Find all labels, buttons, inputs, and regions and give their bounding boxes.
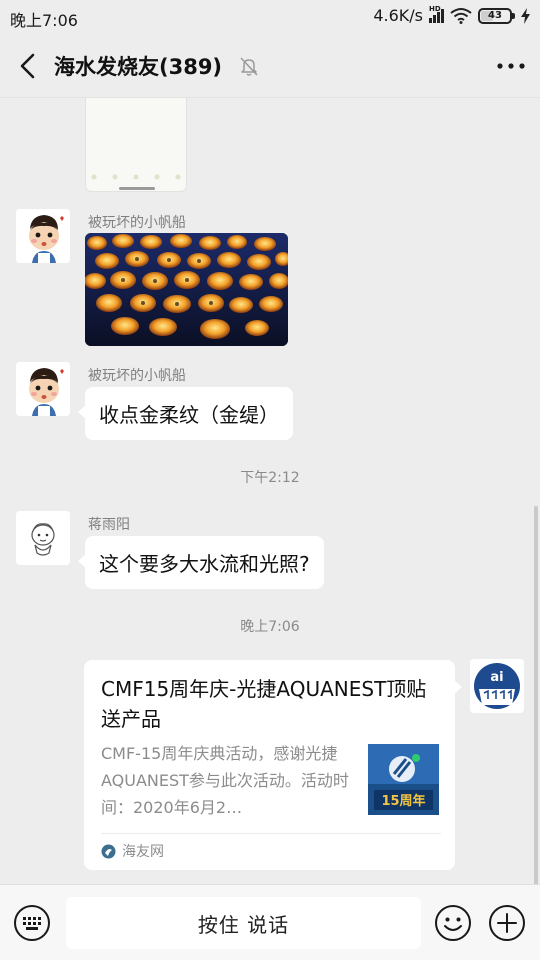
avatar-cartoon-boy bbox=[16, 362, 70, 416]
chat-header: 海水发烧友(389) bbox=[0, 34, 540, 98]
message-text: 收点金柔纹（金缇） bbox=[99, 403, 279, 427]
sticker-message[interactable] bbox=[85, 98, 187, 192]
wifi-icon bbox=[450, 8, 472, 24]
time-divider: 晚上7:06 bbox=[240, 619, 300, 635]
hold-to-talk-button[interactable]: 按住 说话 bbox=[66, 897, 421, 949]
charging-icon bbox=[521, 7, 530, 24]
scrollbar[interactable] bbox=[534, 506, 538, 884]
avatar[interactable] bbox=[16, 209, 70, 263]
keyboard-icon[interactable] bbox=[13, 904, 51, 942]
sender-name: 被玩坏的小帆船 bbox=[88, 215, 186, 231]
chat-title: 海水发烧友(389) bbox=[54, 55, 223, 79]
avatar[interactable] bbox=[16, 362, 70, 416]
status-bar: 晚上7:06 4.6K/s HD 43 bbox=[0, 0, 540, 34]
hd-badge: HD bbox=[429, 4, 441, 13]
battery-icon: 43 bbox=[478, 7, 515, 24]
source-logo-icon bbox=[101, 844, 116, 858]
link-card-title: CMF15周年庆-光捷AQUANEST顶贴送产品 bbox=[101, 677, 427, 731]
link-card-source: 海友网 bbox=[101, 841, 164, 861]
message-list[interactable]: 被玩坏的小帆船 被玩坏的小帆船 收点金柔纹（金缇） 下午2:12 蒋雨阳 这个要… bbox=[0, 98, 540, 884]
anniversary-logo: 15周年 bbox=[368, 744, 439, 815]
status-time: 晚上7:06 bbox=[10, 11, 78, 30]
link-card-divider bbox=[101, 833, 441, 834]
emoji-icon[interactable] bbox=[434, 904, 472, 942]
text-bubble[interactable]: 这个要多大水流和光照? bbox=[78, 536, 324, 589]
sender-name: 蒋雨阳 bbox=[88, 517, 130, 533]
avatar-cute-figure bbox=[16, 511, 70, 565]
back-icon[interactable] bbox=[14, 48, 44, 84]
message-text: 这个要多大水流和光照? bbox=[99, 552, 310, 576]
status-right: 4.6K/s HD 43 bbox=[373, 5, 530, 25]
my-avatar[interactable]: ai bbox=[470, 659, 524, 713]
avatar-logo: ai bbox=[470, 659, 524, 713]
sender-name: 被玩坏的小帆船 bbox=[88, 368, 186, 384]
link-card-message[interactable]: CMF15周年庆-光捷AQUANEST顶贴送产品 CMF-15周年庆典活动，感谢… bbox=[84, 660, 462, 870]
plus-icon[interactable] bbox=[488, 904, 526, 942]
text-bubble[interactable]: 收点金柔纹（金缇） bbox=[78, 387, 293, 440]
link-card-thumbnail: 15周年 bbox=[368, 744, 439, 815]
sticker-image bbox=[91, 174, 181, 190]
coral-photo bbox=[85, 233, 288, 346]
link-card-source-name: 海友网 bbox=[122, 844, 164, 860]
photo-message[interactable] bbox=[85, 233, 288, 346]
battery-level: 43 bbox=[488, 10, 502, 21]
input-bar: 按住 说话 bbox=[0, 884, 540, 960]
avatar-cartoon-boy bbox=[16, 209, 70, 263]
signal-icon: HD bbox=[429, 5, 444, 23]
more-icon[interactable] bbox=[494, 50, 528, 82]
avatar[interactable] bbox=[16, 511, 70, 565]
network-speed: 4.6K/s bbox=[373, 6, 423, 25]
time-divider: 下午2:12 bbox=[240, 470, 300, 486]
mute-bell-icon bbox=[240, 57, 258, 76]
link-card-thumb-label: 15周年 bbox=[381, 793, 425, 809]
link-card-description: CMF-15周年庆典活动，感谢光捷AQUANEST参与此次活动。活动时间：202… bbox=[101, 744, 349, 817]
svg-text:ai: ai bbox=[490, 670, 503, 685]
